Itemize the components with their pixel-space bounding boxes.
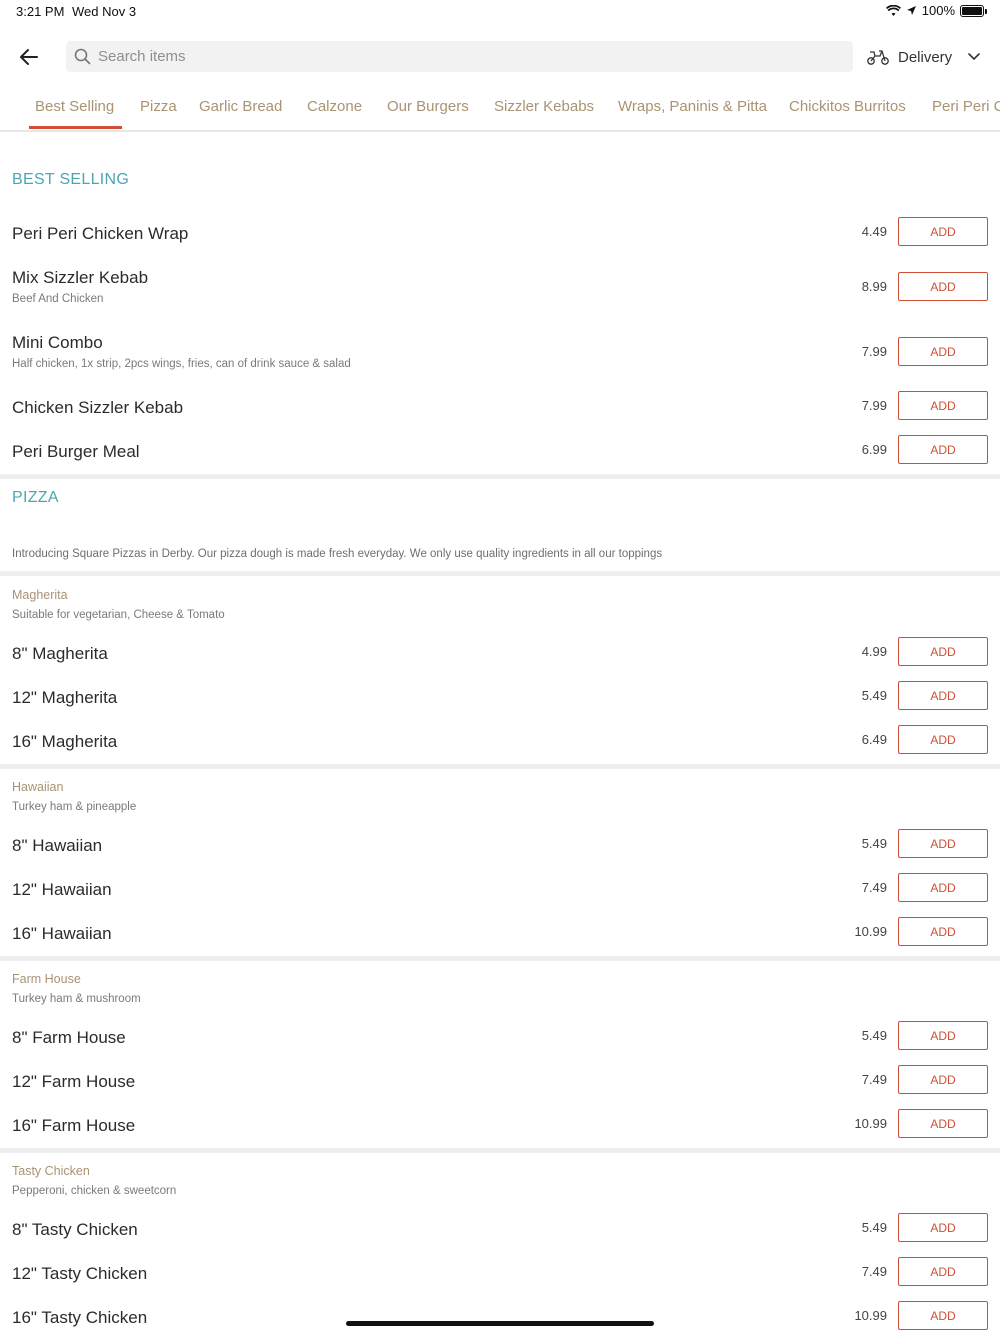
scooter-icon <box>867 50 889 65</box>
tab-pizza[interactable]: Pizza <box>140 98 177 115</box>
group-name: Tasty Chicken <box>12 1164 90 1178</box>
add-button[interactable]: ADD <box>898 1301 988 1330</box>
add-button[interactable]: ADD <box>898 1065 988 1094</box>
battery-icon <box>960 4 987 17</box>
item-price: 7.49 <box>861 1072 887 1087</box>
item-description: Beef And Chicken <box>12 293 104 305</box>
item-name: Mini Combo <box>12 333 103 352</box>
group-description: Turkey ham & mushroom <box>12 993 141 1005</box>
add-button[interactable]: ADD <box>898 873 988 902</box>
back-button[interactable] <box>14 42 44 72</box>
item-name: 16" Magherita <box>12 732 118 751</box>
item-price: 4.49 <box>861 224 887 239</box>
group-divider <box>0 956 1000 961</box>
item-name: 12" Hawaiian <box>12 880 112 899</box>
item-name: 12" Farm House <box>12 1072 136 1091</box>
tab-calzone[interactable]: Calzone <box>307 98 362 115</box>
group-divider <box>0 1148 1000 1153</box>
item-price: 7.99 <box>861 344 887 359</box>
section-divider <box>0 474 1000 479</box>
tab-garlic-bread[interactable]: Garlic Bread <box>199 98 282 115</box>
search-icon <box>74 48 92 66</box>
item-price: 10.99 <box>854 1308 887 1323</box>
home-indicator[interactable] <box>346 1321 654 1326</box>
status-date: Wed Nov 3 <box>72 4 137 19</box>
item-name: Chicken Sizzler Kebab <box>12 398 184 417</box>
tab-peri-peri[interactable]: Peri Peri C <box>932 98 1000 115</box>
category-tabs: Best Selling Pizza Garlic Bread Calzone … <box>0 88 1000 132</box>
item-price: 5.49 <box>861 688 887 703</box>
item-price: 7.49 <box>861 1264 887 1279</box>
item-name: 16" Tasty Chicken <box>12 1308 148 1327</box>
add-button[interactable]: ADD <box>898 217 988 246</box>
tab-chickitos-burritos[interactable]: Chickitos Burritos <box>789 98 906 115</box>
add-button[interactable]: ADD <box>898 435 988 464</box>
item-price: 5.49 <box>861 1028 887 1043</box>
status-time: 3:21 PM <box>16 4 65 19</box>
search-input[interactable] <box>98 48 798 65</box>
status-bar: 3:21 PM Wed Nov 3 100% <box>0 0 1000 24</box>
battery-percent: 100% <box>921 3 955 18</box>
add-button[interactable]: ADD <box>898 725 988 754</box>
add-button[interactable]: ADD <box>898 1109 988 1138</box>
item-name: Peri Peri Chicken Wrap <box>12 224 189 243</box>
item-name: 8" Farm House <box>12 1028 126 1047</box>
search-bar[interactable] <box>66 41 853 72</box>
item-name: 8" Hawaiian <box>12 836 103 855</box>
add-button[interactable]: ADD <box>898 681 988 710</box>
item-name: 8" Tasty Chicken <box>12 1220 138 1239</box>
tab-our-burgers[interactable]: Our Burgers <box>387 98 469 115</box>
item-price: 5.49 <box>861 836 887 851</box>
add-button[interactable]: ADD <box>898 391 988 420</box>
group-description: Turkey ham & pineapple <box>12 801 137 813</box>
item-price: 7.49 <box>861 880 887 895</box>
location-icon <box>906 6 916 15</box>
item-name: 12" Tasty Chicken <box>12 1264 148 1283</box>
item-price: 5.49 <box>861 1220 887 1235</box>
section-title-best-selling: BEST SELLING <box>12 171 130 188</box>
delivery-label: Delivery <box>898 48 953 66</box>
wifi-icon <box>885 4 901 16</box>
group-name: Hawaiian <box>12 780 64 794</box>
add-button[interactable]: ADD <box>898 1213 988 1242</box>
group-divider <box>0 764 1000 769</box>
item-name: 16" Hawaiian <box>12 924 112 943</box>
group-name: Magherita <box>12 588 68 602</box>
add-button[interactable]: ADD <box>898 637 988 666</box>
delivery-selector[interactable]: Delivery <box>866 42 980 72</box>
arrow-left-icon <box>20 49 38 65</box>
item-price: 8.99 <box>861 279 887 294</box>
add-button[interactable]: ADD <box>898 1021 988 1050</box>
item-name: Peri Burger Meal <box>12 442 140 461</box>
item-name: 8" Magherita <box>12 644 108 663</box>
add-button[interactable]: ADD <box>898 829 988 858</box>
tab-wraps-paninis-pitta[interactable]: Wraps, Paninis & Pitta <box>618 98 767 115</box>
tab-sizzler-kebabs[interactable]: Sizzler Kebabs <box>494 98 594 115</box>
status-right: 100% <box>885 3 987 18</box>
item-price: 10.99 <box>854 924 887 939</box>
add-button[interactable]: ADD <box>898 272 988 301</box>
group-name: Farm House <box>12 972 81 986</box>
item-price: 7.99 <box>861 398 887 413</box>
section-intro: Introducing Square Pizzas in Derby. Our … <box>12 548 663 560</box>
tab-best-selling[interactable]: Best Selling <box>35 98 114 115</box>
item-price: 6.49 <box>861 732 887 747</box>
item-price: 4.99 <box>861 644 887 659</box>
group-description: Pepperoni, chicken & sweetcorn <box>12 1185 177 1197</box>
item-price: 6.99 <box>861 442 887 457</box>
add-button[interactable]: ADD <box>898 1257 988 1286</box>
section-title-pizza: PIZZA <box>12 489 59 506</box>
item-name: 16" Farm House <box>12 1116 136 1135</box>
section-divider <box>0 571 1000 576</box>
item-name: Mix Sizzler Kebab <box>12 268 149 287</box>
item-description: Half chicken, 1x strip, 2pcs wings, frie… <box>12 358 351 370</box>
add-button[interactable]: ADD <box>898 917 988 946</box>
item-price: 10.99 <box>854 1116 887 1131</box>
item-name: 12" Magherita <box>12 688 118 707</box>
add-button[interactable]: ADD <box>898 337 988 366</box>
active-tab-indicator <box>29 126 122 129</box>
chevron-down-icon <box>968 53 980 61</box>
group-description: Suitable for vegetarian, Cheese & Tomato <box>12 609 225 621</box>
